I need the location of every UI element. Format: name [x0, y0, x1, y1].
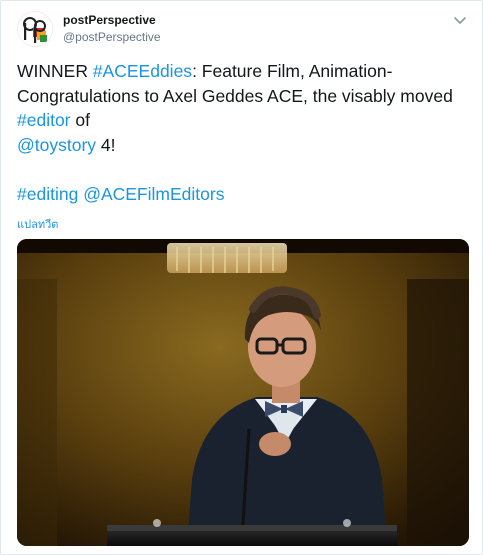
photo-image [17, 239, 469, 546]
postperspective-logo-icon [18, 12, 52, 46]
tweet-text-part: WINNER [17, 61, 93, 81]
author-handle[interactable]: @postPerspective [63, 30, 161, 44]
avatar[interactable] [17, 11, 53, 47]
chevron-down-icon[interactable] [450, 11, 470, 31]
mention-toystory[interactable]: @toystory [17, 135, 96, 155]
mention-acefilmeditors[interactable]: @ACEFilmEditors [83, 184, 224, 204]
hashtag-editing[interactable]: #editing [17, 184, 78, 204]
translate-tweet-link[interactable]: แปลทวีต [17, 215, 58, 233]
tweet-text-part: 4! [96, 134, 116, 155]
tweet-text: WINNER #ACEEddies: Feature Film, Animati… [17, 59, 477, 206]
hashtag-aceeddies[interactable]: #ACEEddies [93, 61, 192, 81]
tweet-photo[interactable] [17, 239, 469, 546]
author-name[interactable]: postPerspective [63, 13, 156, 27]
tweet-text-part: of [70, 110, 90, 130]
tweet-card: postPerspective @postPerspective WINNER … [0, 0, 483, 555]
hashtag-editor[interactable]: #editor [17, 110, 71, 130]
